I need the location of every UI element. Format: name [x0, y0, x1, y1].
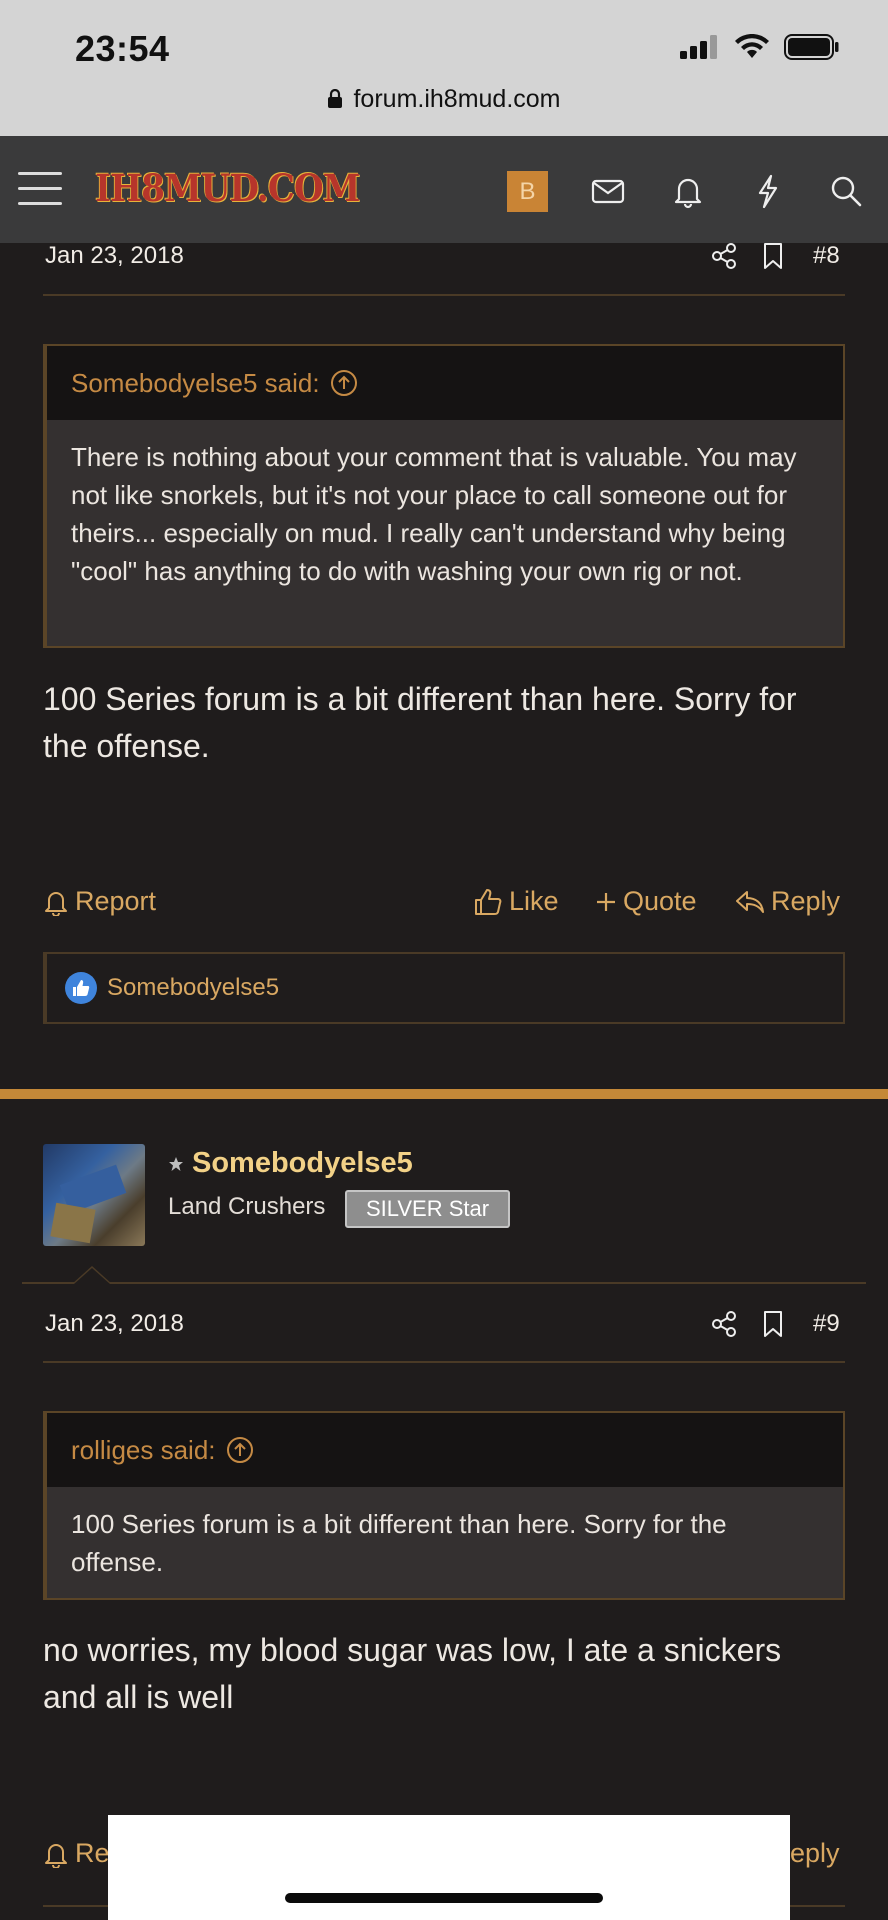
quote-author[interactable]: rolliges said:	[71, 1435, 216, 1466]
bottom-overlay-panel	[108, 1815, 790, 1920]
account-avatar-button[interactable]: B	[507, 171, 548, 212]
report-button[interactable]: Report	[43, 886, 156, 917]
post-date[interactable]: Jan 23, 2018	[45, 1310, 184, 1338]
inbox-icon[interactable]	[588, 171, 628, 211]
divider	[43, 294, 845, 296]
bookmark-icon[interactable]	[762, 1310, 784, 1338]
reply-icon	[736, 890, 764, 913]
report-label: Re	[75, 1838, 110, 1868]
site-logo[interactable]: IH8MUD.COM	[95, 166, 360, 210]
bell-icon	[45, 1843, 67, 1868]
post-separator	[0, 1089, 888, 1099]
report-button[interactable]: Re	[43, 1838, 110, 1869]
jump-to-quote-icon[interactable]	[226, 1436, 254, 1464]
message-pointer	[72, 1266, 112, 1284]
clock: 23:54	[75, 28, 170, 69]
quote-block: Somebodyelse5 said: There is nothing abo…	[43, 344, 845, 648]
signal-icon	[680, 35, 717, 59]
user-avatar[interactable]	[43, 1144, 145, 1246]
user-divider	[22, 1282, 866, 1284]
share-icon[interactable]	[710, 242, 738, 270]
like-label: Like	[509, 886, 559, 916]
url-text: forum.ih8mud.com	[353, 85, 561, 113]
post-body: no worries, my blood sugar was low, I at…	[43, 1632, 782, 1715]
post-number[interactable]: #8	[813, 242, 840, 270]
status-bar: 23:54 forum.ih8mud.com	[0, 0, 888, 136]
liked-by-user[interactable]: Somebodyelse5	[107, 974, 279, 1002]
username-text[interactable]: Somebodyelse5	[192, 1147, 413, 1180]
lightning-icon[interactable]	[748, 171, 788, 211]
quote-header[interactable]: rolliges said:	[47, 1413, 843, 1487]
likes-summary[interactable]: Somebodyelse5	[43, 952, 845, 1024]
quote-block: rolliges said: 100 Series forum is a bit…	[43, 1411, 845, 1600]
reply-button[interactable]: Reply	[735, 886, 840, 917]
plus-icon	[597, 892, 615, 911]
menu-icon[interactable]	[18, 172, 62, 206]
home-indicator[interactable]	[285, 1893, 603, 1903]
battery-icon	[784, 34, 839, 60]
bell-icon[interactable]	[668, 171, 708, 211]
report-label: Report	[75, 886, 157, 916]
user-title: Land Crushers	[168, 1193, 326, 1220]
status-icons	[680, 34, 840, 60]
share-icon[interactable]	[710, 1310, 738, 1338]
bell-icon	[45, 891, 67, 916]
reply-button[interactable]: eply	[790, 1838, 840, 1869]
wifi-icon	[735, 34, 769, 58]
thumbs-up-icon	[475, 888, 502, 915]
user-banner-badge: SILVER Star	[345, 1190, 510, 1228]
quote-button[interactable]: Quote	[595, 886, 697, 917]
like-button[interactable]: Like	[473, 886, 559, 917]
quote-author[interactable]: Somebodyelse5 said:	[71, 368, 320, 399]
divider	[43, 1361, 845, 1363]
reply-label: Reply	[771, 886, 841, 916]
jump-to-quote-icon[interactable]	[330, 369, 358, 397]
quote-header[interactable]: Somebodyelse5 said:	[47, 346, 843, 420]
star-icon	[169, 1156, 183, 1171]
like-reaction-icon	[65, 972, 97, 1004]
search-icon[interactable]	[826, 171, 866, 211]
address-bar[interactable]: forum.ih8mud.com	[0, 85, 888, 114]
username[interactable]: Somebodyelse5	[168, 1147, 413, 1180]
site-navbar: IH8MUD.COM B	[0, 136, 888, 243]
post-actions: Report Like Quote Reply	[43, 886, 845, 926]
post-number[interactable]: #9	[813, 1310, 840, 1338]
post-date[interactable]: Jan 23, 2018	[45, 242, 184, 270]
quote-label: Quote	[623, 886, 697, 916]
quote-text: There is nothing about your comment that…	[71, 442, 797, 586]
lock-icon	[328, 89, 343, 108]
post-body: 100 Series forum is a bit different than…	[43, 681, 797, 764]
quote-text: 100 Series forum is a bit different than…	[71, 1509, 727, 1577]
bookmark-icon[interactable]	[762, 242, 784, 270]
